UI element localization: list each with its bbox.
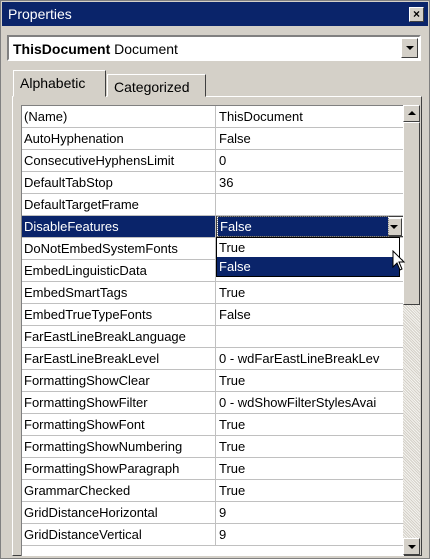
- property-row[interactable]: ConsecutiveHyphensLimit 0: [22, 150, 404, 172]
- tab-categorized[interactable]: Categorized: [107, 74, 206, 97]
- property-row[interactable]: DefaultTabStop 36: [22, 172, 404, 194]
- property-name: ConsecutiveHyphensLimit: [24, 153, 175, 168]
- window-title: Properties: [8, 6, 72, 22]
- column-divider[interactable]: [215, 414, 216, 436]
- property-name: FormattingShowFont: [24, 417, 145, 432]
- property-name: GridDistanceVertical: [24, 527, 142, 542]
- scroll-thumb[interactable]: [403, 122, 420, 305]
- column-divider[interactable]: [215, 106, 216, 128]
- mouse-pointer-icon: [392, 250, 406, 271]
- property-value: False: [219, 307, 251, 322]
- value-dropdown-list: True False: [216, 237, 400, 277]
- property-row[interactable]: DisableFeatures False: [22, 216, 404, 238]
- property-name: (Name): [24, 109, 68, 124]
- property-value: True: [219, 461, 246, 476]
- property-row[interactable]: GridDistanceHorizontal 9: [22, 502, 404, 524]
- property-row[interactable]: FarEastLineBreakLanguage: [22, 326, 404, 348]
- chevron-down-icon: [406, 46, 414, 50]
- column-divider[interactable]: [215, 480, 216, 502]
- property-name: GridDistanceHorizontal: [24, 505, 158, 520]
- property-name: EmbedLinguisticData: [24, 263, 147, 278]
- property-value: 0 - wdFarEastLineBreakLev: [219, 351, 380, 366]
- property-name: DisableFeatures: [22, 216, 215, 237]
- scroll-down-button[interactable]: [403, 538, 420, 555]
- property-row[interactable]: FormattingShowFilter 0 - wdShowFilterStyl…: [22, 392, 404, 414]
- property-row[interactable]: DefaultTargetFrame: [22, 194, 404, 216]
- property-value: True: [219, 417, 246, 432]
- column-divider[interactable]: [215, 326, 216, 348]
- property-row[interactable]: FarEastLineBreakLevel 0 - wdFarEastLineBr…: [22, 348, 404, 370]
- column-divider[interactable]: [215, 524, 216, 546]
- property-value: False: [219, 131, 251, 146]
- title-bar[interactable]: Properties ×: [2, 2, 428, 26]
- object-dropdown-button[interactable]: [401, 38, 418, 58]
- property-name: EmbedSmartTags: [24, 285, 128, 300]
- property-grid: (Name) ThisDocument AutoHyphenation False Co…: [21, 105, 404, 556]
- property-value: 36: [219, 175, 234, 190]
- property-name: DefaultTabStop: [24, 175, 113, 190]
- property-name: FormattingShowFilter: [24, 395, 148, 410]
- column-divider[interactable]: [215, 150, 216, 172]
- property-value: ThisDocument: [219, 109, 303, 124]
- property-name: FormattingShowClear: [24, 373, 150, 388]
- property-value: 0: [219, 153, 227, 168]
- property-name: FarEastLineBreakLevel: [24, 351, 160, 366]
- arrow-down-icon: [408, 545, 416, 549]
- property-value: 0 - wdShowFilterStylesAvai: [219, 395, 377, 410]
- property-row[interactable]: EmbedSmartTags True: [22, 282, 404, 304]
- property-value[interactable]: False: [217, 216, 389, 237]
- property-name: FarEastLineBreakLanguage: [24, 329, 186, 344]
- property-name: EmbedTrueTypeFonts: [24, 307, 153, 322]
- property-value: True: [219, 285, 246, 300]
- property-row[interactable]: EmbedTrueTypeFonts False: [22, 304, 404, 326]
- property-row[interactable]: FormattingShowParagraph True: [22, 458, 404, 480]
- object-type: Document: [114, 41, 178, 57]
- scroll-up-button[interactable]: [403, 105, 420, 122]
- property-row[interactable]: GrammarChecked True: [22, 480, 404, 502]
- chevron-down-icon: [390, 225, 398, 229]
- dropdown-option-true[interactable]: True: [217, 238, 399, 257]
- column-divider[interactable]: [215, 458, 216, 480]
- column-divider[interactable]: [215, 194, 216, 216]
- property-row[interactable]: FormattingShowNumbering True: [22, 436, 404, 458]
- property-value: True: [219, 373, 246, 388]
- property-row[interactable]: FormattingShowClear True: [22, 370, 404, 392]
- object-selector[interactable]: ThisDocument Document: [7, 35, 421, 61]
- column-divider[interactable]: [215, 370, 216, 392]
- property-name: AutoHyphenation: [24, 131, 124, 146]
- property-row[interactable]: GridDistanceVertical 9: [22, 524, 404, 546]
- column-divider[interactable]: [215, 502, 216, 524]
- tab-alphabetic[interactable]: Alphabetic: [13, 70, 106, 97]
- column-divider[interactable]: [215, 282, 216, 304]
- object-name: ThisDocument: [13, 41, 111, 57]
- column-divider[interactable]: [215, 348, 216, 370]
- property-name: DefaultTargetFrame: [24, 197, 139, 212]
- property-value: 9: [219, 527, 227, 542]
- property-row[interactable]: FormattingShowFont True: [22, 414, 404, 436]
- property-name: FormattingShowParagraph: [24, 461, 180, 476]
- close-icon: ×: [412, 7, 420, 21]
- property-row[interactable]: (Name) ThisDocument: [22, 106, 404, 128]
- property-value: True: [219, 483, 246, 498]
- property-row[interactable]: AutoHyphenation False: [22, 128, 404, 150]
- property-name: FormattingShowNumbering: [24, 439, 183, 454]
- arrow-up-icon: [408, 111, 416, 115]
- vertical-scrollbar[interactable]: [403, 105, 420, 555]
- dropdown-option-false[interactable]: False: [217, 257, 399, 276]
- column-divider[interactable]: [215, 304, 216, 326]
- column-divider[interactable]: [215, 392, 216, 414]
- column-divider[interactable]: [215, 128, 216, 150]
- column-divider[interactable]: [215, 436, 216, 458]
- property-name: DoNotEmbedSystemFonts: [24, 241, 178, 256]
- close-button[interactable]: ×: [409, 7, 424, 22]
- column-divider[interactable]: [215, 172, 216, 194]
- property-value: True: [219, 439, 246, 454]
- property-name: GrammarChecked: [24, 483, 131, 498]
- property-value: 9: [219, 505, 227, 520]
